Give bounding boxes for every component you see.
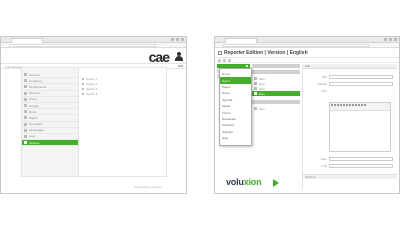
page-title-bar: Reporter Edition | Version | English bbox=[215, 48, 399, 58]
window-controls bbox=[384, 38, 397, 41]
item-icon bbox=[24, 128, 27, 132]
option-row[interactable]: Option 4 bbox=[82, 91, 162, 96]
form-row: Text bbox=[321, 88, 327, 93]
item-icon bbox=[24, 85, 27, 89]
underline-icon[interactable] bbox=[337, 104, 339, 106]
tree-section-header bbox=[252, 100, 300, 104]
document-icon bbox=[218, 51, 222, 55]
item-icon bbox=[24, 141, 27, 145]
page-icon bbox=[254, 82, 257, 85]
chevron-down-icon bbox=[246, 65, 248, 67]
admin-content: Option 1 Option 2 Option 3 Option 4 bbox=[82, 76, 162, 96]
menu-item[interactable]: Help bbox=[220, 135, 251, 141]
toolbar-icon[interactable] bbox=[228, 59, 231, 62]
italic-icon[interactable] bbox=[334, 104, 336, 106]
checkbox[interactable] bbox=[82, 77, 84, 80]
checkbox[interactable] bbox=[82, 87, 84, 90]
bold-icon[interactable] bbox=[331, 104, 333, 106]
page-icon bbox=[254, 87, 257, 90]
align-icon[interactable] bbox=[352, 104, 354, 106]
url-input[interactable] bbox=[9, 44, 156, 47]
tree-item[interactable]: Item bbox=[252, 106, 300, 111]
toolbar bbox=[215, 58, 399, 63]
item-icon bbox=[24, 110, 27, 114]
voluxion-logo: voluxion bbox=[226, 177, 262, 187]
undo-icon[interactable] bbox=[355, 104, 357, 106]
link-field[interactable] bbox=[329, 163, 393, 168]
user-icon[interactable] bbox=[175, 52, 183, 61]
window-controls bbox=[171, 38, 184, 41]
item-icon bbox=[24, 116, 27, 120]
close-icon[interactable] bbox=[181, 38, 184, 41]
page-icon bbox=[254, 77, 257, 80]
minimize-icon[interactable] bbox=[171, 38, 174, 41]
form-row: Title bbox=[307, 74, 393, 79]
item-icon bbox=[24, 73, 27, 77]
page-icon bbox=[254, 92, 257, 95]
close-icon[interactable] bbox=[394, 38, 397, 41]
maximize-icon[interactable] bbox=[176, 38, 179, 41]
sidebar-item-active[interactable]: Options bbox=[22, 140, 78, 147]
subtitle-field[interactable] bbox=[329, 81, 393, 86]
voluxion-app-window: Reporter Edition | Version | English Hom… bbox=[214, 36, 400, 194]
options-band: Options bbox=[303, 174, 397, 179]
logo-arrow-icon bbox=[273, 179, 279, 187]
cae-logo: cae bbox=[148, 49, 170, 65]
nav-dropdown-menu: Home Users Pages News Agenda Media Forms… bbox=[219, 68, 252, 146]
tree-header bbox=[252, 70, 300, 74]
redo-icon[interactable] bbox=[358, 104, 360, 106]
item-icon bbox=[24, 122, 27, 126]
minimize-icon[interactable] bbox=[384, 38, 387, 41]
form-row: Link bbox=[307, 163, 393, 168]
editor-toolbar bbox=[330, 103, 390, 111]
app-header: cae bbox=[1, 48, 186, 65]
tree-column: Item Item Item Item Item bbox=[252, 64, 300, 111]
link-icon[interactable] bbox=[343, 104, 345, 106]
checkbox[interactable] bbox=[82, 92, 84, 95]
edit-panel: Edit Title Subtitle Text Date Link Optio… bbox=[302, 64, 397, 190]
title-field[interactable] bbox=[329, 74, 393, 79]
rich-text-editor[interactable] bbox=[329, 102, 391, 152]
item-icon bbox=[24, 91, 27, 95]
panel-header: Edit bbox=[303, 64, 397, 69]
cae-app-window: cae Administration General Locations Dep… bbox=[0, 36, 187, 194]
toolbar-icon[interactable] bbox=[218, 59, 221, 62]
date-field[interactable] bbox=[329, 156, 393, 161]
menu-icon[interactable] bbox=[178, 65, 183, 67]
list-icon[interactable] bbox=[340, 104, 342, 106]
gear-icon bbox=[254, 107, 257, 110]
image-icon[interactable] bbox=[346, 104, 348, 106]
toolbar-icon[interactable] bbox=[223, 59, 226, 62]
form-row: Subtitle bbox=[307, 81, 393, 86]
checkbox[interactable] bbox=[82, 82, 84, 85]
url-input[interactable] bbox=[223, 44, 369, 47]
table-icon[interactable] bbox=[349, 104, 351, 106]
format-icon[interactable] bbox=[361, 104, 363, 106]
tree-header bbox=[252, 64, 300, 68]
form-row: Date bbox=[307, 156, 393, 161]
item-icon bbox=[24, 97, 27, 101]
maximize-icon[interactable] bbox=[389, 38, 392, 41]
admin-sidebar: General Locations Departments Services U… bbox=[22, 68, 79, 176]
color-icon[interactable] bbox=[364, 104, 366, 106]
admin-panel: General Locations Departments Services U… bbox=[21, 67, 167, 177]
page-title: Reporter Edition | Version | English bbox=[224, 50, 308, 56]
tree-item-active[interactable]: Item bbox=[252, 91, 300, 96]
item-icon bbox=[24, 134, 27, 138]
footer-text: Powered by voluxion bbox=[134, 185, 162, 189]
item-icon bbox=[24, 79, 27, 83]
item-icon bbox=[24, 104, 27, 108]
